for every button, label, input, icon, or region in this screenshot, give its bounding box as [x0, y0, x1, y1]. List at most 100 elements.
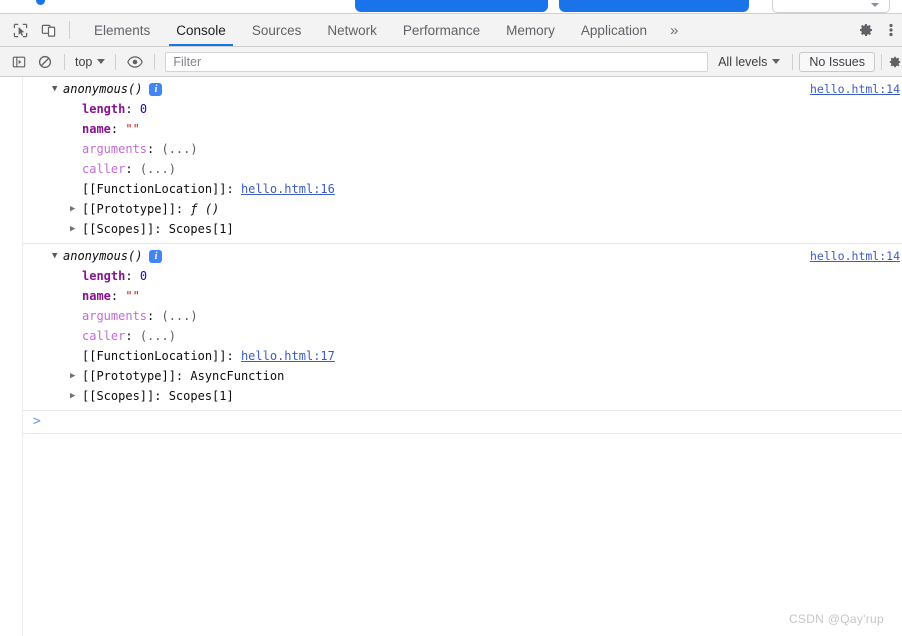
- property-colon: :: [154, 222, 169, 236]
- property-colon: :: [175, 369, 191, 383]
- disclosure-triangle-open-icon[interactable]: ▼: [52, 247, 62, 266]
- property-row[interactable]: name: "": [0, 119, 902, 139]
- function-location-link[interactable]: hello.html:16: [241, 182, 335, 196]
- property-row[interactable]: ▶ [[Scopes]]: Scopes[1]: [0, 386, 902, 406]
- log-level-select[interactable]: All levels: [712, 55, 786, 69]
- devtools-tabs: Elements Console Sources Network Perform…: [81, 14, 688, 46]
- property-value: AsyncFunction: [190, 369, 285, 383]
- execution-context-select[interactable]: top: [71, 55, 109, 69]
- property-key: name: [82, 289, 111, 303]
- disclosure-triangle-closed-icon[interactable]: ▶: [70, 219, 80, 239]
- toolbar-divider-2: [115, 53, 117, 70]
- property-row[interactable]: caller: (...): [0, 159, 902, 179]
- chevron-down-icon: [97, 59, 106, 64]
- console-message-area[interactable]: hello.html:14 ▼ anonymous() i length: 0 …: [0, 77, 902, 636]
- property-key: [[Prototype]]: [82, 369, 176, 383]
- disclosure-triangle-closed-icon[interactable]: ▶: [70, 386, 80, 406]
- disclosure-triangle-closed-icon[interactable]: ▶: [70, 366, 80, 386]
- property-value: ƒ (): [190, 202, 220, 216]
- property-key: length: [82, 269, 126, 283]
- property-key: length: [82, 102, 126, 116]
- property-colon: :: [175, 202, 191, 216]
- console-message: hello.html:14 ▼ anonymous() i length: 0 …: [0, 244, 902, 411]
- chevron-down-icon: [871, 3, 879, 7]
- tab-elements[interactable]: Elements: [81, 14, 163, 46]
- property-value: Scopes[1]: [168, 222, 234, 236]
- info-badge-icon[interactable]: i: [149, 83, 163, 96]
- console-empty-area[interactable]: CSDN @Qay'rup: [0, 421, 902, 636]
- disclosure-triangle-open-icon[interactable]: ▼: [52, 80, 62, 99]
- property-row[interactable]: length: 0: [0, 266, 902, 286]
- property-row[interactable]: caller: (...): [0, 326, 902, 346]
- tabbar-divider: [69, 21, 70, 39]
- issues-button[interactable]: No Issues: [799, 51, 875, 72]
- property-colon: :: [110, 289, 126, 303]
- device-toolbar-icon[interactable]: [34, 14, 62, 46]
- chevron-down-icon: [772, 59, 781, 64]
- property-value: "": [125, 289, 140, 303]
- property-key: name: [82, 122, 111, 136]
- function-location-link[interactable]: hello.html:17: [241, 349, 335, 363]
- disclosure-triangle-closed-icon[interactable]: ▶: [70, 199, 80, 219]
- devtools-tabbar: Elements Console Sources Network Perform…: [0, 14, 902, 47]
- tab-network[interactable]: Network: [314, 14, 390, 46]
- message-source-link[interactable]: hello.html:14: [810, 249, 900, 263]
- message-source-link[interactable]: hello.html:14: [810, 82, 900, 96]
- property-key: [[Scopes]]: [82, 222, 155, 236]
- filter-input[interactable]: Filter: [165, 51, 709, 72]
- vertical-dots-icon[interactable]: [880, 22, 902, 38]
- page-primary-button-two[interactable]: [559, 0, 749, 12]
- property-key: [[Prototype]]: [82, 202, 176, 216]
- property-key: arguments: [82, 142, 148, 156]
- property-key: caller: [82, 162, 126, 176]
- console-sidebar-icon[interactable]: [6, 49, 32, 75]
- property-row[interactable]: arguments: (...): [0, 306, 902, 326]
- property-colon: :: [154, 389, 169, 403]
- property-colon: :: [125, 102, 140, 116]
- property-colon: :: [147, 309, 162, 323]
- inspect-cursor-icon[interactable]: [6, 14, 34, 46]
- console-settings-gear-icon[interactable]: [888, 49, 902, 75]
- clear-console-icon[interactable]: [32, 49, 58, 75]
- object-name: anonymous(): [63, 249, 143, 263]
- property-value[interactable]: (...): [140, 162, 176, 176]
- property-key: arguments: [82, 309, 148, 323]
- property-value: 0: [139, 269, 148, 283]
- execution-context-label: top: [75, 54, 93, 69]
- tabbar-right-actions: [837, 14, 902, 46]
- property-colon: :: [125, 162, 140, 176]
- gear-icon[interactable]: [852, 22, 880, 38]
- page-primary-button-one[interactable]: [355, 0, 548, 12]
- property-value[interactable]: (...): [161, 142, 197, 156]
- property-row[interactable]: ▶ [[Prototype]]: ƒ (): [0, 199, 902, 219]
- info-badge-icon[interactable]: i: [149, 250, 163, 263]
- toolbar-divider-5: [881, 53, 882, 70]
- property-colon: :: [226, 349, 241, 363]
- tab-performance[interactable]: Performance: [390, 14, 493, 46]
- property-value: Scopes[1]: [168, 389, 234, 403]
- property-value[interactable]: (...): [161, 309, 197, 323]
- log-level-label: All levels: [718, 54, 768, 69]
- property-colon: :: [125, 329, 140, 343]
- property-row[interactable]: [[FunctionLocation]]: hello.html:16: [0, 179, 902, 199]
- tab-sources[interactable]: Sources: [239, 14, 315, 46]
- toolbar-divider-4: [792, 53, 794, 70]
- object-header[interactable]: ▼ anonymous() i: [0, 80, 902, 99]
- devtools-panel: Elements Console Sources Network Perform…: [0, 13, 902, 636]
- page-select-field[interactable]: [772, 0, 890, 13]
- property-row[interactable]: [[FunctionLocation]]: hello.html:17: [0, 346, 902, 366]
- tab-application[interactable]: Application: [568, 14, 660, 46]
- object-header[interactable]: ▼ anonymous() i: [0, 247, 902, 266]
- live-expression-eye-icon[interactable]: [122, 49, 148, 75]
- property-row[interactable]: arguments: (...): [0, 139, 902, 159]
- property-row[interactable]: ▶ [[Prototype]]: AsyncFunction: [0, 366, 902, 386]
- property-row[interactable]: name: "": [0, 286, 902, 306]
- property-colon: :: [125, 269, 140, 283]
- property-key: [[FunctionLocation]]: [82, 182, 227, 196]
- tab-memory[interactable]: Memory: [493, 14, 568, 46]
- property-value[interactable]: (...): [140, 329, 176, 343]
- tabs-overflow-icon[interactable]: »: [660, 14, 688, 46]
- property-row[interactable]: length: 0: [0, 99, 902, 119]
- property-row[interactable]: ▶ [[Scopes]]: Scopes[1]: [0, 219, 902, 239]
- tab-console[interactable]: Console: [163, 14, 239, 46]
